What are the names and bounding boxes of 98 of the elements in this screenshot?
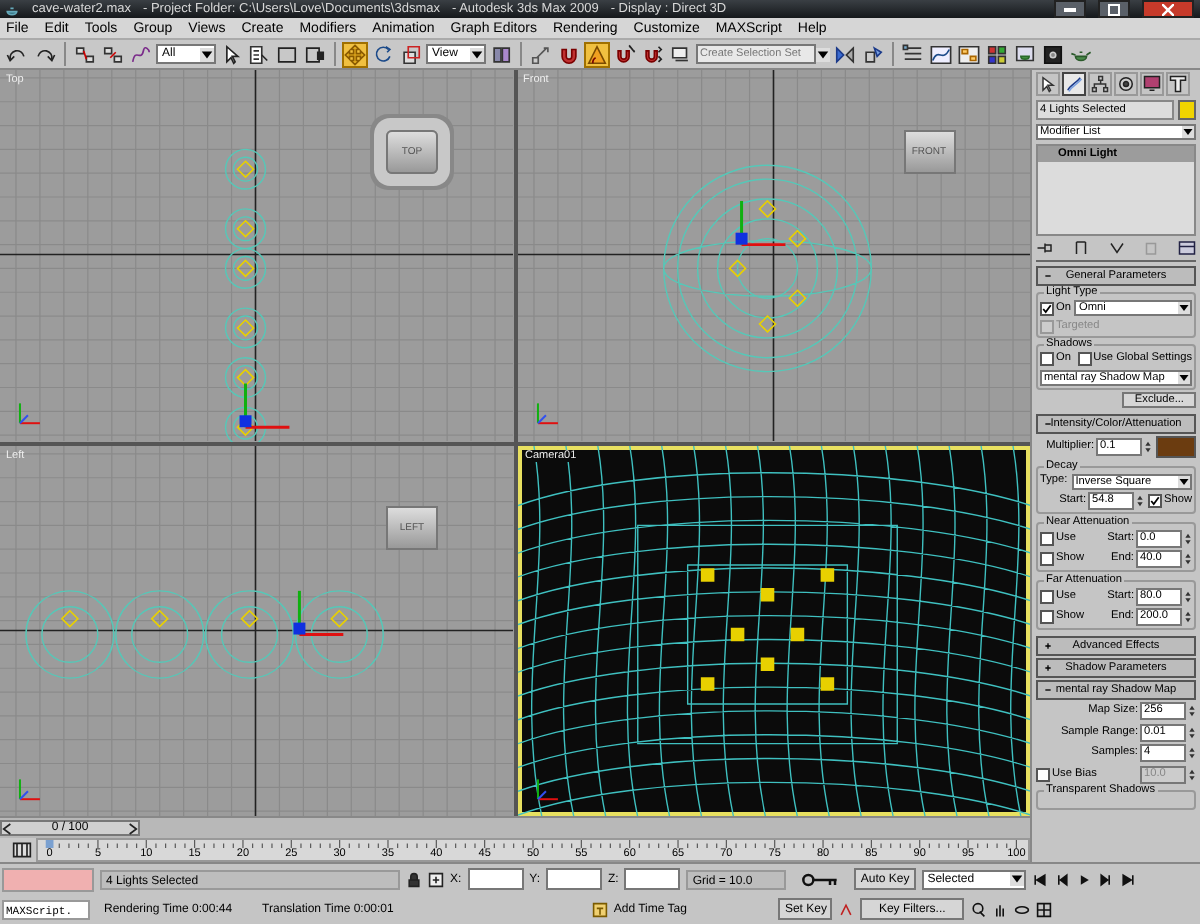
previous-frame-icon[interactable] — [2, 821, 12, 836]
manipulate-icon[interactable] — [528, 41, 554, 68]
plus-icon — [1044, 664, 1052, 672]
dashed-rectangle-icon[interactable] — [274, 41, 300, 68]
spinner-arrows-icon[interactable] — [1144, 440, 1152, 454]
axis-tripod-icon — [535, 777, 558, 800]
key-icon[interactable] — [800, 869, 841, 889]
pan-hand-icon[interactable] — [991, 901, 1008, 917]
close-button[interactable] — [1142, 0, 1194, 19]
percent-snap-icon[interactable] — [612, 41, 638, 68]
orbit-icon[interactable] — [1013, 901, 1030, 917]
minus-icon — [1044, 272, 1052, 280]
spinner-arrows-icon[interactable] — [1184, 531, 1192, 545]
rotate-icon[interactable] — [370, 41, 396, 68]
hammer-icon[interactable] — [1166, 72, 1190, 96]
maximize-icon — [1108, 3, 1120, 16]
checkbox[interactable] — [1040, 301, 1054, 315]
caret-icon — [1178, 475, 1190, 487]
axis-tripod-icon — [535, 402, 558, 425]
play-icon[interactable] — [1075, 871, 1092, 887]
next-frame-icon[interactable] — [127, 821, 138, 836]
spinner-arrows-icon[interactable] — [1184, 552, 1192, 566]
checkbox[interactable] — [1148, 494, 1162, 508]
material-spheres-icon[interactable] — [984, 41, 1010, 68]
previous-key-icon[interactable] — [1053, 871, 1070, 887]
object-color-swatch[interactable] — [1178, 100, 1196, 120]
maximize-viewport-icon[interactable] — [1035, 901, 1052, 917]
caret-icon — [1009, 872, 1024, 886]
checkbox[interactable] — [1040, 352, 1054, 366]
schematic-icon[interactable] — [956, 41, 982, 68]
checkbox[interactable] — [1036, 767, 1050, 781]
axis-tripod-icon — [18, 777, 41, 800]
make-unique-icon[interactable] — [1107, 240, 1125, 256]
transform-gizmo-icon[interactable] — [239, 383, 290, 429]
minimize-icon — [1064, 7, 1076, 12]
transform-gizmo-icon[interactable] — [293, 589, 344, 636]
checkbox[interactable] — [1040, 610, 1054, 624]
key-mode-icon[interactable] — [838, 901, 855, 917]
mirror-icon[interactable] — [832, 41, 858, 68]
zoom-icon[interactable] — [969, 901, 986, 917]
caret-icon — [1178, 302, 1190, 314]
minimize-button[interactable] — [1054, 0, 1086, 19]
scale-icon[interactable] — [398, 41, 424, 68]
motion-wheel-icon[interactable] — [1114, 72, 1138, 96]
go-to-end-icon[interactable] — [1119, 871, 1136, 887]
curve-editor-icon[interactable] — [928, 41, 954, 68]
caret-icon — [470, 47, 484, 62]
display-monitor-icon[interactable] — [1140, 72, 1164, 96]
absolute-mode-icon[interactable] — [428, 871, 444, 887]
plus-icon — [1044, 642, 1052, 650]
lock-icon[interactable] — [406, 871, 422, 887]
spinner-arrows-icon[interactable] — [1184, 610, 1192, 624]
minus-icon — [1044, 686, 1052, 694]
close-icon — [1162, 3, 1174, 16]
align-icon[interactable] — [860, 41, 886, 68]
x-coordinate-field[interactable] — [467, 868, 524, 890]
time-tag-icon[interactable] — [591, 901, 608, 917]
bind-icon[interactable] — [128, 41, 154, 68]
checkbox[interactable] — [1040, 589, 1054, 603]
spinner-arrows-icon[interactable] — [1136, 494, 1144, 508]
render-frame-icon[interactable] — [1040, 41, 1066, 68]
z-coordinate-field[interactable] — [624, 868, 681, 890]
pivot-icon[interactable] — [488, 41, 514, 68]
link-icon[interactable] — [72, 41, 98, 68]
pointer-star-icon[interactable] — [1036, 72, 1060, 96]
checkbox[interactable] — [1040, 531, 1054, 545]
spinner-snap-icon[interactable] — [640, 41, 666, 68]
spinner-arrows-icon[interactable] — [1184, 589, 1192, 603]
show-end-result-icon[interactable] — [1071, 240, 1090, 256]
next-key-icon[interactable] — [1097, 871, 1114, 887]
checkbox[interactable] — [1040, 552, 1054, 566]
window-crossing-icon[interactable] — [302, 41, 328, 68]
angle-snap-icon[interactable] — [584, 41, 610, 68]
spinner-arrows-icon[interactable] — [1188, 746, 1196, 760]
go-to-start-icon[interactable] — [1031, 871, 1048, 887]
list-icon[interactable] — [246, 41, 272, 68]
spinner-arrows-icon[interactable] — [1188, 725, 1196, 739]
script-listener-field[interactable] — [2, 867, 94, 891]
spinner-arrows-icon[interactable] — [1188, 767, 1196, 781]
caret-icon — [1182, 126, 1194, 138]
y-coordinate-field[interactable] — [546, 868, 603, 890]
checkbox[interactable] — [1077, 352, 1092, 366]
hierarchy-icon[interactable] — [1088, 72, 1112, 96]
pin-stack-icon[interactable] — [1036, 240, 1054, 256]
color-swatch[interactable] — [1156, 436, 1196, 458]
transform-gizmo-icon[interactable] — [734, 200, 785, 247]
caret-icon — [1178, 371, 1190, 383]
move-arrows-icon[interactable] — [342, 41, 368, 68]
maximize-button[interactable] — [1098, 0, 1130, 19]
axis-tripod-icon — [18, 402, 41, 425]
unlink-icon[interactable] — [100, 41, 126, 68]
bent-rod-icon[interactable] — [1062, 72, 1086, 96]
spinner-arrows-icon[interactable] — [1188, 704, 1196, 718]
trackbar-toggle-icon[interactable] — [12, 840, 32, 861]
configure-sets-icon[interactable] — [1178, 240, 1196, 256]
caret-icon — [200, 47, 214, 62]
caret-icon — [816, 47, 830, 62]
minus-icon — [1044, 420, 1052, 428]
